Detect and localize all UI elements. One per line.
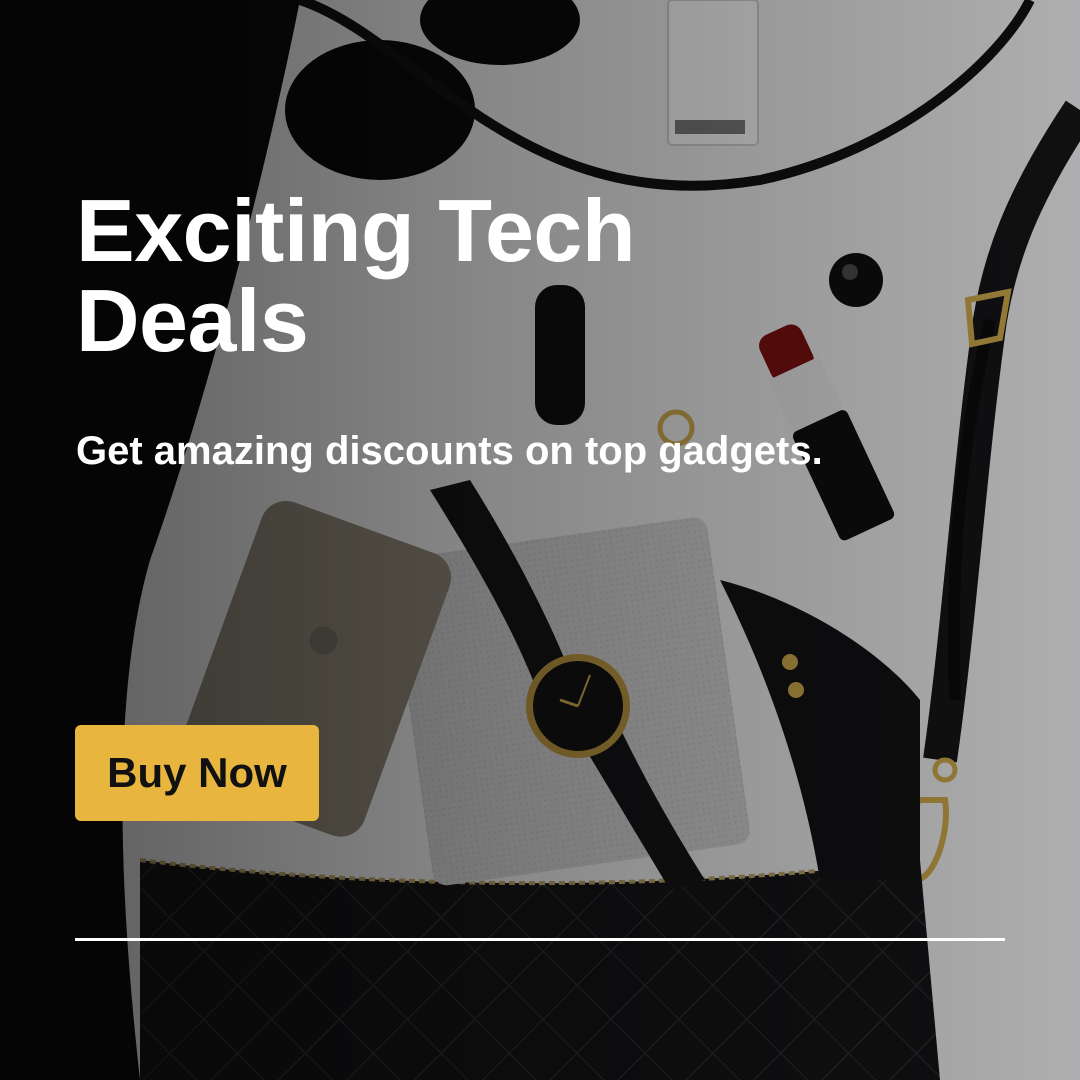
divider-line <box>75 938 1005 941</box>
headline: Exciting Tech Deals <box>76 181 636 370</box>
subheadline: Get amazing discounts on top gadgets. <box>76 429 823 473</box>
promo-banner: Exciting Tech Deals Get amazing discount… <box>0 0 1080 1080</box>
buy-now-button[interactable]: Buy Now <box>75 725 319 821</box>
dark-overlay <box>0 0 1080 1080</box>
